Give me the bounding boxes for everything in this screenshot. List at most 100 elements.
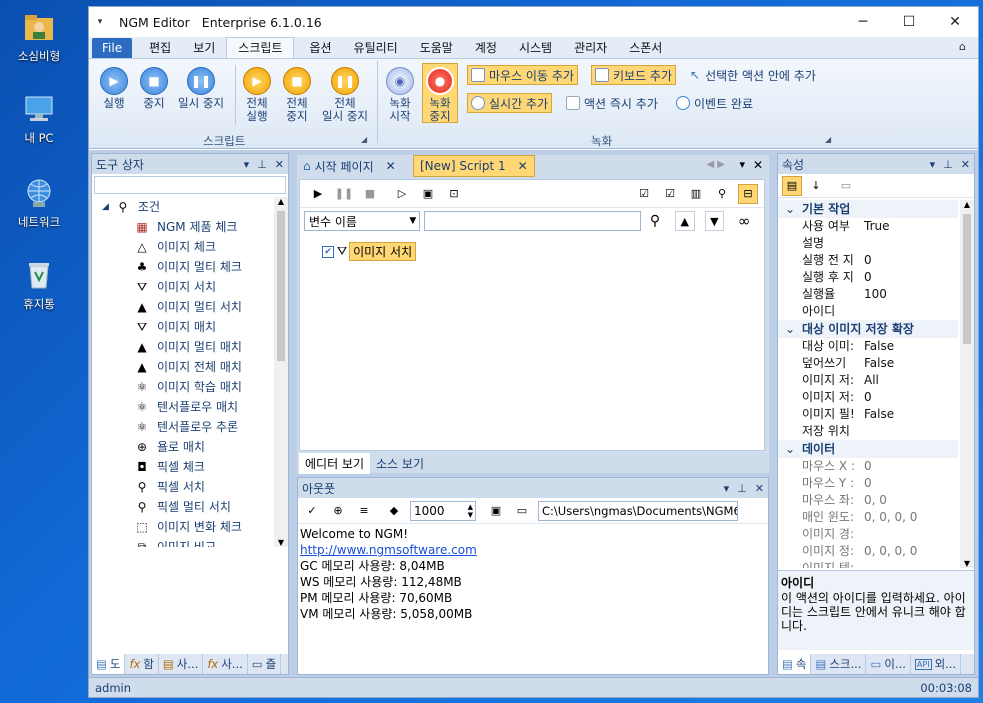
toolbox-item[interactable]: ⛛ 이미지 서치 [92, 277, 272, 297]
check-all-icon[interactable]: ☑ [634, 184, 654, 204]
play-box-icon[interactable]: ▣ [418, 184, 438, 204]
toolbox-item[interactable]: ♣ 이미지 멀티 체크 [92, 257, 272, 277]
collapse-arrow-icon[interactable]: ◢ [102, 197, 109, 217]
property-category[interactable]: ⌄ 기본 작업 [778, 200, 958, 218]
tab-images[interactable]: ▭ 이... [866, 654, 911, 674]
menu-file[interactable]: File [92, 38, 133, 58]
property-pages-icon[interactable]: ▭ [836, 176, 856, 196]
maximize-button[interactable]: ☐ [886, 7, 932, 37]
add-realtime-button[interactable]: 실시간 추가 [467, 93, 553, 113]
property-value[interactable]: True [862, 218, 890, 235]
play-frame-icon[interactable]: ⊡ [444, 184, 464, 204]
scroll-down-icon[interactable]: ▼ [274, 538, 288, 547]
tree-root[interactable]: ◢ ⚲ 조건 [92, 197, 272, 217]
property-row[interactable]: 아이디 [778, 303, 958, 320]
toolbox-scrollbar[interactable]: ▲ ▼ [274, 197, 288, 547]
toolbox-search-input[interactable] [94, 176, 286, 194]
property-row[interactable]: 마우스 좌: 0, 0 [778, 492, 958, 509]
stop-all-button[interactable]: ■ 전체 중지 [281, 67, 313, 123]
menu-view[interactable]: 보기 [182, 38, 226, 58]
tab-user-functions[interactable]: fx 사... [203, 654, 248, 674]
property-category[interactable]: ⌄ 대상 이미지 저장 확장 [778, 320, 958, 338]
panel-menu-icon[interactable]: ▾ [930, 158, 936, 171]
folder-icon[interactable]: ▭ [512, 501, 532, 521]
arrow-down-icon[interactable]: ▼ [704, 211, 725, 231]
event-done-button[interactable]: 이벤트 완료 [673, 93, 756, 113]
stop-button[interactable]: ■ 중지 [139, 67, 169, 110]
toolbox-item[interactable]: ⚛ 텐서플로우 매치 [92, 397, 272, 417]
property-row[interactable]: 실행 후 지 0 [778, 269, 958, 286]
run-button[interactable]: ▶ 실행 [99, 67, 129, 110]
group-launcher-icon[interactable]: ◢ [361, 135, 367, 144]
property-row[interactable]: 마우스 Y : 0 [778, 475, 958, 492]
eraser-icon[interactable]: ◆ [384, 501, 404, 521]
property-row[interactable]: 실행 전 지 0 [778, 252, 958, 269]
desktop-icon-user[interactable]: 소심비형 [0, 10, 78, 64]
pin-icon[interactable]: ⊥ [943, 158, 953, 171]
add-page-icon[interactable]: ⊕ [328, 501, 348, 521]
record-stop-button[interactable]: ● 녹화 중지 [422, 63, 458, 123]
property-category[interactable]: ⌄ 데이터 [778, 440, 958, 458]
collapse-arrow-icon[interactable]: ⌄ [778, 320, 802, 338]
property-value[interactable]: 0, 0 [862, 492, 887, 509]
pause-icon[interactable]: ❚❚ [334, 184, 354, 204]
tab-list-icon[interactable]: ▾ [739, 158, 745, 171]
menu-help[interactable]: 도움말 [409, 38, 464, 58]
run-all-button[interactable]: ▶ 전체 실행 [241, 67, 273, 123]
clean-icon[interactable]: ✓ [302, 501, 322, 521]
property-value[interactable] [862, 303, 864, 320]
tab-script-1[interactable]: [New] Script 1 ✕ [413, 155, 535, 177]
toolbox-item[interactable]: ⊕ 욜로 매치 [92, 437, 272, 457]
tab-user-actions[interactable]: ▤ 사... [159, 654, 204, 674]
tab-favorites[interactable]: ▭ 즐 [248, 654, 282, 674]
property-row[interactable]: 저장 위치 [778, 423, 958, 440]
scroll-thumb[interactable] [963, 214, 971, 344]
property-row[interactable]: 대상 이미: False [778, 338, 958, 355]
property-row[interactable]: 이미지 정: 0, 0, 0, 0 [778, 543, 958, 560]
minimize-button[interactable]: ─ [840, 7, 886, 37]
pin-icon[interactable]: ⊥ [737, 482, 747, 495]
tab-properties[interactable]: ▤ 속 [778, 654, 812, 674]
arrow-up-icon[interactable]: ▲ [674, 211, 695, 231]
property-value[interactable]: False [862, 338, 894, 355]
property-value[interactable]: All [862, 372, 879, 389]
scroll-thumb[interactable] [277, 211, 285, 361]
menu-utility[interactable]: 유틸리티 [343, 38, 409, 58]
menu-admin[interactable]: 관리자 [563, 38, 618, 58]
toolbox-item[interactable]: △ 이미지 체크 [92, 237, 272, 257]
scroll-up-icon[interactable]: ▲ [274, 197, 288, 211]
collapse-arrow-icon[interactable]: ⌄ [778, 200, 802, 218]
property-row[interactable]: 이미지 텍: [778, 560, 958, 568]
menu-options[interactable]: 옵션 [298, 38, 342, 58]
tab-close-icon[interactable]: ✕ [386, 159, 396, 173]
menu-sponsor[interactable]: 스폰서 [618, 38, 673, 58]
editor-close-icon[interactable]: ✕ [753, 158, 763, 172]
group-launcher-icon[interactable]: ◢ [825, 135, 831, 144]
property-value[interactable]: False [862, 355, 894, 372]
property-row[interactable]: 매인 윈도: 0, 0, 0, 0 [778, 509, 958, 526]
pause-all-button[interactable]: ❚❚ 전체 일시 중지 [317, 67, 373, 123]
tab-script-list[interactable]: ▤ 스크... [811, 654, 867, 674]
collapse-ribbon-icon[interactable]: ⌂ [959, 40, 966, 53]
property-value[interactable]: 0, 0, 0, 0 [862, 509, 917, 526]
tab-functions[interactable]: fx 함 [125, 654, 159, 674]
quick-access-dropdown-icon[interactable]: ▾ [89, 17, 111, 27]
toolbox-item[interactable]: ⚲ 픽셀 멀티 서치 [92, 497, 272, 517]
infinity-icon[interactable]: ∞ [734, 211, 754, 231]
property-row[interactable]: 실행율 100 [778, 286, 958, 303]
search-icon[interactable]: ⚲ [712, 184, 732, 204]
scroll-down-icon[interactable]: ▼ [960, 559, 974, 568]
property-row[interactable]: 이미지 필! False [778, 406, 958, 423]
properties-scrollbar[interactable]: ▲ ▼ [960, 200, 974, 568]
desktop-icon-network[interactable]: 네트워크 [0, 176, 78, 230]
panel-menu-icon[interactable]: ▾ [244, 158, 250, 171]
toolbox-item[interactable]: ⚛ 이미지 학습 매치 [92, 377, 272, 397]
property-value[interactable]: 0 [862, 458, 872, 475]
tree-view-icon[interactable]: ⊟ [738, 183, 758, 204]
search-icon[interactable]: ⚲ [645, 211, 665, 231]
panel-close-icon[interactable]: ✕ [961, 158, 970, 171]
variable-value-input[interactable] [424, 211, 642, 231]
toolbox-item[interactable]: ⬚ 이미지 변화 체크 [92, 517, 272, 537]
pause-button[interactable]: ❚❚ 일시 중지 [175, 67, 227, 110]
panel-close-icon[interactable]: ✕ [755, 482, 764, 495]
